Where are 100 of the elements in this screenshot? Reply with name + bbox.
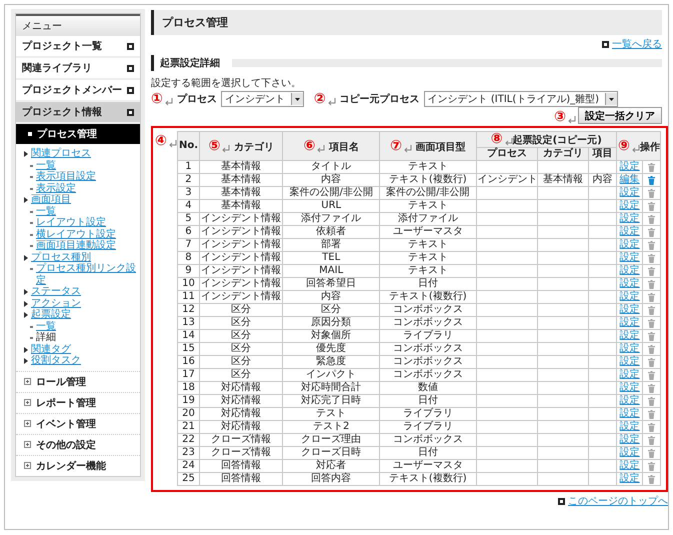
trash-icon[interactable] (648, 254, 656, 262)
active-section[interactable]: プロセス管理 (16, 124, 140, 144)
menu-link[interactable]: 一覧 (36, 320, 56, 332)
menu-link[interactable]: 画面項目連動設定 (36, 240, 116, 252)
trash-icon[interactable] (648, 318, 656, 328)
menu-section[interactable]: その他の設定 (16, 434, 140, 456)
menu-link[interactable]: 起票設定 (31, 309, 71, 320)
triangle-icon (24, 197, 28, 203)
square-icon (127, 108, 134, 116)
table-cell: インシデント情報 (199, 238, 283, 252)
sidebar-item[interactable]: プロジェクト一覧 (16, 36, 140, 58)
square-icon (127, 86, 134, 94)
menu-link[interactable]: 役割タスク (31, 355, 81, 366)
table-cell: 15 (178, 342, 200, 356)
trash-icon[interactable] (648, 280, 656, 288)
trash-icon[interactable] (648, 462, 656, 470)
table-cell: 20 (178, 408, 200, 420)
table-cell: テキスト (379, 264, 476, 278)
table-cell: テキスト(複数行) (379, 174, 476, 186)
table-cell: インシデント情報 (199, 264, 283, 278)
menu-link[interactable]: 横レイアウト設定 (36, 228, 116, 240)
table-cell: テスト2 (282, 420, 380, 434)
menu-link[interactable]: プロセス種別 (31, 252, 91, 263)
trash-icon[interactable] (648, 370, 656, 380)
trash-icon[interactable] (648, 188, 656, 198)
annotation-number: ① (151, 92, 163, 106)
table-cell: 23 (178, 446, 200, 460)
trash-icon[interactable] (648, 396, 656, 406)
return-arrow-icon (567, 116, 576, 124)
back-link[interactable]: 一覧へ戻る (612, 37, 662, 51)
trash-icon[interactable] (648, 358, 656, 366)
trash-icon[interactable] (648, 228, 656, 236)
sidebar-item[interactable]: プロジェクト情報 (16, 102, 140, 124)
menu-link[interactable]: 一覧 (36, 206, 56, 217)
table-cell: テキスト (379, 238, 476, 252)
menu-link[interactable]: アクション (31, 298, 81, 309)
menu-section[interactable]: イベント管理 (16, 414, 140, 434)
annotation-number: ⑥ (304, 138, 316, 152)
triangle-icon (24, 254, 28, 260)
table-cell: URL (282, 200, 380, 212)
menu-link[interactable]: 一覧 (36, 160, 56, 171)
table-cell: コンボボックス (379, 304, 476, 316)
table-cell: ライブラリ (379, 330, 476, 342)
table-cell: 基本情報 (199, 200, 283, 212)
sidebar-item[interactable]: 関連ライブラリ (16, 58, 140, 80)
trash-icon[interactable] (648, 306, 656, 314)
expand-icon (24, 399, 31, 406)
menu-link[interactable]: 関連タグ (31, 344, 71, 355)
table-cell: 18 (178, 382, 200, 394)
table-cell: 22 (178, 434, 200, 446)
trash-icon[interactable] (648, 436, 656, 444)
clear-all-button[interactable]: 設定一括クリア (578, 107, 662, 124)
trash-icon[interactable] (648, 266, 656, 276)
menu-section[interactable]: ロール管理 (16, 372, 140, 392)
table-cell: 区分 (282, 304, 380, 316)
trash-icon[interactable] (648, 384, 656, 392)
trash-icon[interactable] (648, 410, 656, 418)
trash-icon[interactable] (648, 344, 656, 354)
table-cell: 7 (178, 238, 200, 252)
trash-icon[interactable] (648, 474, 656, 484)
trash-icon[interactable] (648, 240, 656, 250)
menu-link[interactable]: 表示項目設定 (36, 171, 96, 182)
trash-icon[interactable] (648, 422, 656, 432)
table-cell: テキスト(複数行) (379, 472, 476, 486)
table-cell: MAIL (282, 264, 380, 278)
trash-icon[interactable] (648, 214, 656, 224)
menu-link[interactable]: 関連プロセス (31, 148, 91, 160)
trash-icon[interactable] (648, 202, 656, 210)
table-cell: 対象個所 (282, 330, 380, 342)
dropdown-field[interactable]: インシデント (220, 91, 304, 107)
column-header: ⑨ 操作 (616, 132, 660, 160)
trash-icon[interactable] (648, 448, 656, 458)
expand-icon (24, 441, 31, 448)
menu-link[interactable]: ステータス (31, 286, 81, 298)
menu-link[interactable]: レイアウト設定 (36, 217, 106, 228)
table-cell: ライブラリ (379, 420, 476, 434)
table-cell: コンボボックス (379, 342, 476, 356)
dropdown-field[interactable]: インシデント (ITIL(トライアル)_雛型) (424, 91, 618, 107)
menu-section[interactable]: カレンダー機能 (16, 456, 140, 476)
menu-link[interactable]: プロセス種別リンク設定 (36, 263, 136, 286)
trash-icon[interactable] (648, 162, 656, 172)
trash-icon[interactable] (648, 176, 656, 184)
menu-section[interactable]: レポート管理 (16, 392, 140, 414)
trash-icon[interactable] (648, 292, 656, 302)
table-cell: 区分 (199, 342, 283, 356)
trash-icon[interactable] (648, 332, 656, 340)
table-cell: 21 (178, 420, 200, 434)
table-cell: 回答情報 (199, 460, 283, 472)
table-cell: 4 (178, 200, 200, 212)
menu-link[interactable]: 画面項目 (31, 194, 71, 206)
column-group-header: ⑧ 起票設定(コピー元) (476, 132, 617, 148)
table-cell: クローズ日時 (282, 446, 380, 460)
expand-icon (24, 420, 31, 427)
annotation-number: ④ (155, 134, 167, 148)
table-cell: 日付 (379, 446, 476, 460)
page-top-link[interactable]: このページのトップへ (568, 494, 668, 508)
table-cell: 16 (178, 356, 200, 368)
menu-link[interactable]: 表示設定 (36, 182, 76, 194)
table-cell: コンボボックス (379, 356, 476, 368)
table-cell: クローズ理由 (282, 434, 380, 446)
